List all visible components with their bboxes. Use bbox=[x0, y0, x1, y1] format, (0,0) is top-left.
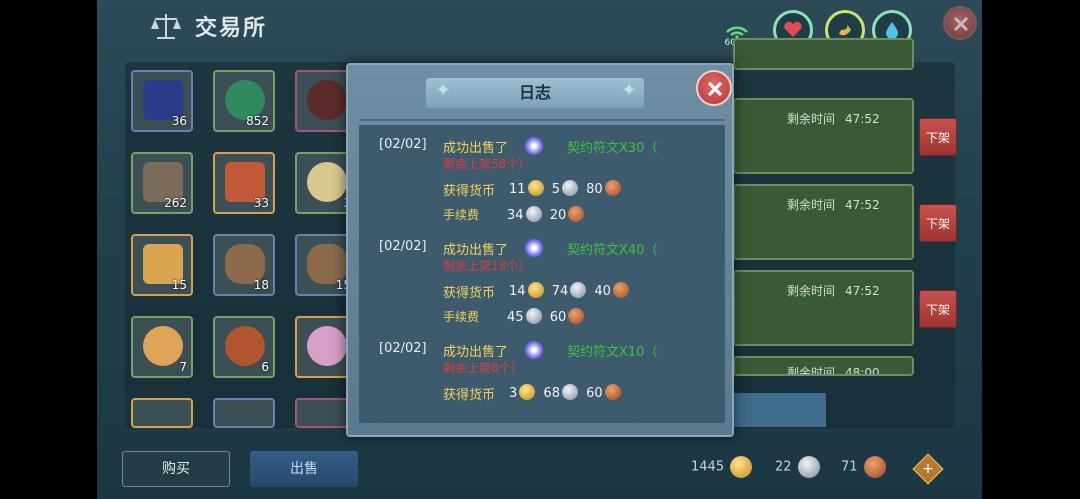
rune-icon bbox=[525, 239, 543, 257]
inventory-slot[interactable]: 15 bbox=[131, 234, 193, 296]
rune-icon bbox=[525, 341, 543, 359]
dialog-title: 日志 bbox=[518, 83, 551, 102]
listing-card[interactable]: 剩余时间 47:52 bbox=[733, 184, 914, 260]
gold-coin-icon bbox=[527, 282, 544, 298]
scale-icon bbox=[151, 14, 181, 39]
log-action: 成功出售了 bbox=[443, 243, 509, 258]
dialog-title-bar: 日志 bbox=[426, 78, 644, 108]
fee-label: 手续费 bbox=[443, 208, 480, 222]
helmet-icon bbox=[307, 80, 347, 120]
copper-coin-icon bbox=[604, 180, 621, 196]
earn-label: 获得货币 bbox=[443, 388, 496, 403]
silver-coin-icon bbox=[561, 180, 578, 196]
copper-coin-icon bbox=[604, 384, 621, 400]
log-item: 契约符文X40（ bbox=[567, 243, 658, 258]
list-scroll-area bbox=[734, 393, 826, 427]
log-remaining: 剩余上架8个） bbox=[443, 361, 523, 375]
remaining-time: 剩余时间 47:52 bbox=[787, 198, 880, 212]
silver-coin-icon bbox=[570, 282, 587, 298]
divider bbox=[360, 119, 724, 121]
add-currency-button[interactable]: + bbox=[912, 453, 944, 485]
copper-balance: 71 bbox=[841, 456, 886, 478]
delist-button[interactable]: 下架 bbox=[919, 290, 957, 328]
log-date: [02/02] bbox=[379, 239, 427, 254]
log-list[interactable]: [02/02] 成功出售了 契约符文X30（ 剩余上架58个） 获得货币 11 … bbox=[359, 125, 725, 423]
remaining-time: 剩余时间 47:52 bbox=[787, 284, 880, 298]
copper-coin-icon bbox=[612, 282, 629, 298]
earn-values: 11 5 80 bbox=[509, 180, 625, 197]
earn-label: 获得货币 bbox=[443, 286, 496, 301]
copper-coin-icon bbox=[863, 456, 886, 478]
log-action: 成功出售了 bbox=[443, 345, 509, 360]
earn-values: 3 68 60 bbox=[509, 384, 625, 401]
inventory-slot[interactable]: 7 bbox=[131, 316, 193, 378]
copper-coin-icon bbox=[568, 308, 585, 324]
stew-icon bbox=[225, 326, 265, 366]
buy-tab-button[interactable]: 购买 bbox=[122, 451, 230, 487]
gold-coin-icon bbox=[519, 384, 536, 400]
silver-coin-icon bbox=[525, 206, 542, 222]
log-item: 契约符文X10（ bbox=[567, 345, 658, 360]
inventory-slot[interactable]: 852 bbox=[213, 70, 275, 132]
inventory-slot[interactable]: 36 bbox=[131, 70, 193, 132]
listing-card[interactable]: 剩余时间 47:52 bbox=[733, 270, 914, 346]
remaining-time: 剩余时间 47:52 bbox=[787, 112, 880, 126]
close-icon bbox=[707, 81, 723, 97]
close-dialog-button[interactable] bbox=[696, 70, 732, 106]
heart-icon bbox=[784, 21, 802, 37]
copper-coin-icon bbox=[568, 206, 585, 222]
silver-balance: 22 bbox=[775, 456, 820, 478]
silver-coin-icon bbox=[561, 384, 578, 400]
log-remaining: 剩余上架58个） bbox=[443, 157, 531, 171]
ornament-icon: ✦ bbox=[621, 80, 637, 101]
remaining-time: 剩余时间 48:00 bbox=[787, 366, 880, 376]
inventory-slot[interactable] bbox=[213, 398, 275, 428]
page-title: 交易所 bbox=[195, 16, 268, 41]
close-icon bbox=[953, 16, 969, 32]
gold-balance: 1445 bbox=[691, 456, 753, 478]
water-icon bbox=[886, 22, 898, 39]
listing-card[interactable]: 剩余时间 48:00 bbox=[733, 356, 914, 376]
log-date: [02/02] bbox=[379, 341, 427, 356]
listing-card[interactable] bbox=[733, 38, 914, 70]
ornament-icon: ✦ bbox=[435, 80, 451, 101]
earn-label: 获得货币 bbox=[443, 184, 496, 199]
silver-coin-icon bbox=[525, 308, 542, 324]
gold-coin-icon bbox=[527, 180, 544, 196]
inventory-slot[interactable]: 6 bbox=[213, 316, 275, 378]
log-dialog: 日志 ✦ ✦ [02/02] 成功出售了 契约符文X30（ 剩余上架58个） 获… bbox=[346, 63, 734, 437]
log-item: 契约符文X30（ bbox=[567, 141, 658, 156]
sell-tab-button[interactable]: 出售 bbox=[250, 451, 358, 487]
earn-values: 14 74 40 bbox=[509, 282, 633, 299]
inventory-slot[interactable]: 18 bbox=[213, 234, 275, 296]
salad-icon bbox=[307, 162, 347, 202]
silver-coin-icon bbox=[797, 456, 820, 478]
signal-icon bbox=[726, 26, 748, 39]
inventory-slot[interactable] bbox=[131, 398, 193, 428]
plus-icon: + bbox=[922, 461, 934, 477]
pet-bowl-icon bbox=[307, 326, 347, 366]
log-date: [02/02] bbox=[379, 137, 427, 152]
listing-card[interactable]: 剩余时间 47:52 bbox=[733, 98, 914, 174]
delist-button[interactable]: 下架 bbox=[919, 118, 957, 156]
inventory-slot[interactable]: 33 bbox=[213, 152, 275, 214]
inventory-slot[interactable]: 262 bbox=[131, 152, 193, 214]
log-action: 成功出售了 bbox=[443, 141, 509, 156]
log-remaining: 剩余上架18个） bbox=[443, 259, 531, 273]
fee-values: 45 60 bbox=[507, 308, 588, 325]
fee-label: 手续费 bbox=[443, 310, 480, 324]
soup-icon bbox=[143, 326, 183, 366]
stamina-icon bbox=[839, 24, 851, 36]
delist-button[interactable]: 下架 bbox=[919, 204, 957, 242]
close-window-button[interactable] bbox=[943, 6, 977, 40]
gold-coin-icon bbox=[730, 456, 753, 478]
fee-values: 34 20 bbox=[507, 206, 588, 223]
rune-icon bbox=[525, 137, 543, 155]
